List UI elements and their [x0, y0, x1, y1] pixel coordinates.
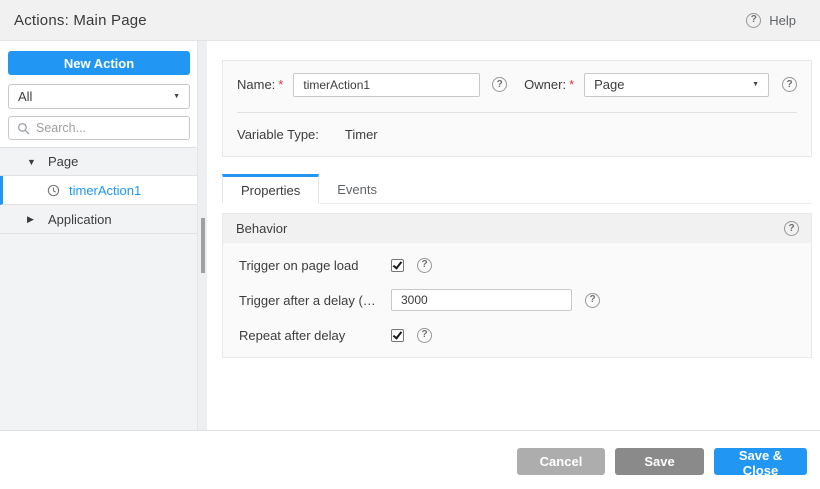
trigger-on-page-load-help-icon[interactable]: ?	[417, 257, 432, 273]
trigger-delay-label: Trigger after a delay (milliseconds)	[239, 292, 381, 308]
repeat-after-delay-row: Repeat after delay ?	[239, 322, 811, 348]
behavior-section-header: Behavior ?	[223, 214, 811, 243]
save-close-button[interactable]: Save & Close	[714, 448, 807, 478]
dialog-footer: Cancel Save Save & Close	[0, 430, 820, 489]
search-icon	[17, 122, 30, 134]
chevron-down-icon: ▼	[173, 93, 180, 100]
chevron-down-icon: ▼	[752, 81, 759, 88]
sidebar: New Action All ▼ ▼ Page	[0, 41, 197, 430]
caret-right-icon: ▶	[27, 213, 34, 224]
main-panel: Name: * ? Owner: * Page ▼ ? Variable Typ…	[207, 41, 820, 430]
tree-node-application[interactable]: ▶ Application	[0, 205, 197, 234]
help-button[interactable]: ? Help	[746, 12, 796, 28]
new-action-button[interactable]: New Action	[8, 51, 190, 75]
checkmark-icon	[392, 258, 403, 270]
checkmark-icon	[392, 328, 403, 340]
help-icon: ?	[746, 12, 762, 28]
variable-type-value: Timer	[344, 127, 378, 142]
variable-type-label: Variable Type:	[237, 127, 319, 142]
search-input[interactable]	[36, 121, 181, 135]
filter-select-value: All	[18, 89, 33, 104]
trigger-on-page-load-label: Trigger on page load	[239, 257, 359, 273]
sidebar-scrollbar[interactable]	[197, 41, 207, 430]
footer-buttons: Cancel Save Save & Close	[517, 448, 807, 478]
owner-help-icon[interactable]: ?	[782, 77, 797, 92]
sidebar-empty-area	[0, 234, 197, 430]
clock-icon	[47, 184, 60, 196]
behavior-properties: Trigger on page load ? Trigger after a d…	[223, 252, 811, 348]
name-label: Name:	[237, 77, 276, 92]
actions-tree: ▼ Page timerAction1 ▶ Application	[0, 147, 197, 234]
tree-node-page[interactable]: ▼ Page	[0, 147, 197, 176]
repeat-after-delay-label: Repeat after delay	[239, 327, 346, 343]
behavior-title: Behavior	[236, 221, 288, 236]
trigger-on-page-load-checkbox[interactable]	[391, 258, 404, 272]
tree-node-timeraction1[interactable]: timerAction1	[0, 176, 197, 205]
variable-type-row: Variable Type: Timer	[237, 127, 797, 142]
repeat-after-delay-checkbox[interactable]	[391, 328, 404, 342]
required-asterisk: *	[278, 77, 284, 92]
tree-node-label: Page	[48, 154, 79, 169]
save-button[interactable]: Save	[615, 448, 704, 475]
scrollbar-thumb[interactable]	[201, 218, 205, 273]
owner-select[interactable]: Page ▼	[584, 72, 769, 97]
owner-label: Owner:	[524, 77, 567, 92]
name-help-icon[interactable]: ?	[492, 77, 508, 92]
sidebar-controls: New Action All ▼	[0, 41, 197, 147]
tree-node-label: timerAction1	[69, 182, 142, 198]
name-input[interactable]	[293, 72, 481, 97]
trigger-delay-row: Trigger after a delay (milliseconds) ?	[239, 287, 811, 313]
caret-down-icon: ▼	[27, 156, 36, 167]
tab-events[interactable]: Events	[319, 174, 395, 204]
page-title: Actions: Main Page	[14, 11, 147, 29]
required-asterisk: *	[569, 77, 575, 92]
name-owner-row: Name: * ? Owner: * Page ▼ ?	[237, 72, 797, 97]
help-label: Help	[769, 12, 796, 28]
search-box	[8, 116, 190, 140]
dialog-header: Actions: Main Page ? Help	[0, 0, 820, 41]
action-settings-panel: Name: * ? Owner: * Page ▼ ? Variable Typ…	[222, 60, 812, 157]
repeat-after-delay-help-icon[interactable]: ?	[417, 327, 432, 343]
behavior-section: Behavior ? Trigger on page load ? Trigge…	[222, 213, 812, 358]
behavior-help-icon[interactable]: ?	[784, 221, 799, 236]
tab-bar: Properties Events	[222, 174, 812, 204]
owner-select-value: Page	[594, 77, 625, 92]
actions-dialog: Actions: Main Page ? Help New Action All…	[0, 0, 820, 489]
filter-select[interactable]: All ▼	[8, 84, 190, 109]
cancel-button[interactable]: Cancel	[517, 448, 605, 475]
trigger-delay-help-icon[interactable]: ?	[585, 292, 600, 308]
tab-properties[interactable]: Properties	[222, 174, 320, 204]
trigger-delay-input[interactable]	[391, 289, 572, 311]
tree-node-label: Application	[48, 211, 112, 227]
trigger-on-page-load-row: Trigger on page load ?	[239, 252, 811, 278]
panel-divider	[237, 112, 797, 113]
